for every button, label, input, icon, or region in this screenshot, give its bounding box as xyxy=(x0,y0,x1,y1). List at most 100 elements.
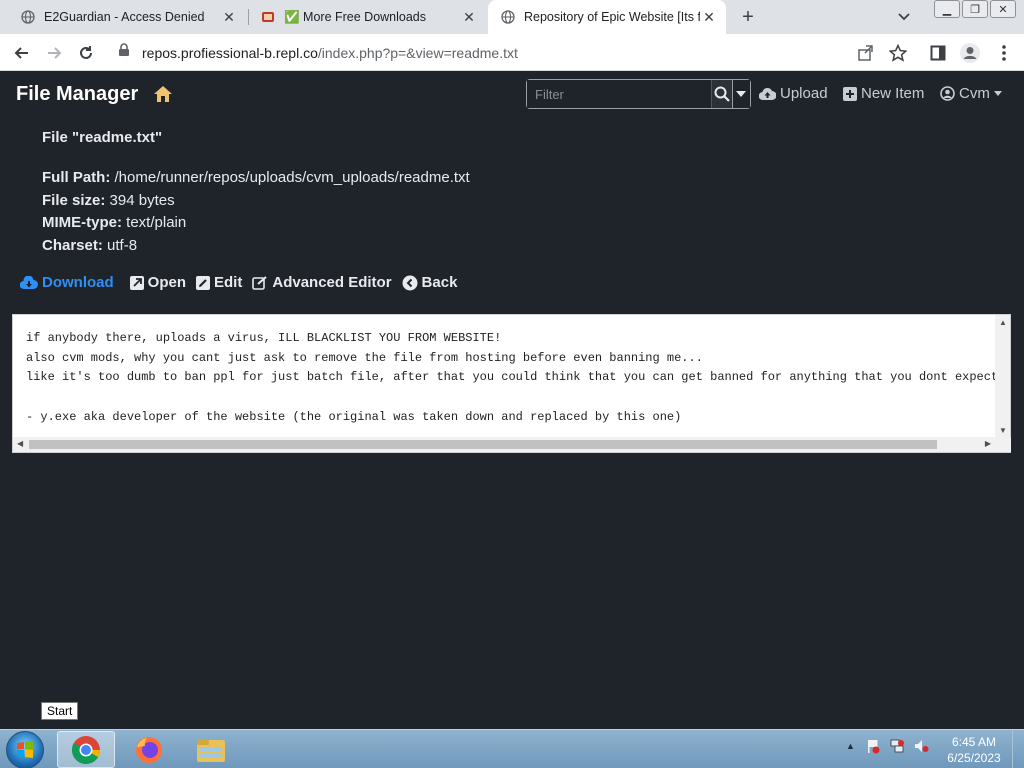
new-item-link[interactable]: New Item xyxy=(843,85,924,102)
folder-icon xyxy=(197,739,225,762)
site-favicon-icon xyxy=(260,9,276,25)
file-size-row: File size: 394 bytes xyxy=(42,190,470,213)
charset-value: utf-8 xyxy=(107,236,138,254)
bookmark-star-icon[interactable] xyxy=(886,41,910,65)
user-menu[interactable]: Cvm xyxy=(940,85,1006,102)
profile-avatar-icon[interactable] xyxy=(958,41,982,65)
filter-input[interactable] xyxy=(527,80,711,108)
charset-label: Charset: xyxy=(42,236,103,254)
advanced-editor-label: Advanced Editor xyxy=(272,274,392,291)
action-center-flag-icon[interactable] xyxy=(865,738,881,754)
tab-free-downloads[interactable]: ✅ More Free Downloads ✕ xyxy=(248,0,486,34)
open-button[interactable]: Open xyxy=(129,274,186,291)
external-link-icon xyxy=(129,275,144,290)
taskbar-chrome[interactable] xyxy=(57,731,115,768)
taskbar-firefox[interactable] xyxy=(120,731,178,768)
advanced-editor-button[interactable]: Advanced Editor xyxy=(252,274,392,291)
forward-arrow-icon[interactable] xyxy=(42,41,66,65)
chevron-left-circle-icon xyxy=(402,275,418,290)
share-icon[interactable] xyxy=(854,41,878,65)
restore-button[interactable]: ❐ xyxy=(962,0,988,18)
caret-down-icon[interactable] xyxy=(731,80,750,108)
brand-title[interactable]: File Manager xyxy=(16,83,138,106)
start-tooltip: Start xyxy=(41,702,79,720)
close-tab-icon[interactable]: ✕ xyxy=(700,8,718,26)
start-button[interactable] xyxy=(6,731,44,768)
edit-square-icon xyxy=(196,275,211,290)
file-size-label: File size: xyxy=(42,191,106,209)
upload-link[interactable]: Upload xyxy=(759,85,828,102)
close-tab-icon[interactable]: ✕ xyxy=(220,8,238,26)
upload-label: Upload xyxy=(780,85,828,102)
tab-e2guardian[interactable]: E2Guardian - Access Denied ✕ xyxy=(8,0,246,34)
side-panel-icon[interactable] xyxy=(926,41,950,65)
address-bar[interactable]: repos.profiessional-b.repl.co/index.php?… xyxy=(106,38,918,67)
scroll-down-arrow-icon[interactable]: ▼ xyxy=(999,426,1007,435)
minimize-button[interactable]: ▁ xyxy=(934,0,960,18)
download-label: Download xyxy=(42,274,114,291)
plus-square-icon xyxy=(843,86,857,101)
mime-value: text/plain xyxy=(126,214,187,231)
mime-label: MIME-type: xyxy=(42,214,122,231)
globe-icon xyxy=(500,9,516,25)
volume-muted-icon[interactable] xyxy=(913,738,929,754)
filter-group xyxy=(526,79,751,109)
edit-button[interactable]: Edit xyxy=(196,274,242,291)
tab-title: ✅ More Free Downloads xyxy=(284,9,427,24)
globe-icon xyxy=(20,9,36,25)
file-content-text[interactable]: if anybody there, uploads a virus, ILL B… xyxy=(26,329,996,434)
app-navbar: File Manager Upload New Item Cvm xyxy=(0,71,1024,119)
system-tray: ▲ xyxy=(846,738,929,754)
reload-icon[interactable] xyxy=(74,41,98,65)
chrome-icon xyxy=(72,735,100,764)
scroll-thumb[interactable] xyxy=(29,440,937,449)
scroll-left-arrow-icon[interactable]: ◀ xyxy=(17,439,23,448)
vertical-scrollbar[interactable]: ▲ ▼ xyxy=(995,315,1010,438)
network-icon[interactable] xyxy=(889,738,905,754)
window-controls: ▁ ❐ ✕ xyxy=(932,0,1016,18)
system-clock[interactable]: 6:45 AM 6/25/2023 xyxy=(940,734,1008,766)
tray-expand-icon[interactable]: ▲ xyxy=(846,741,855,751)
search-icon[interactable] xyxy=(711,80,732,108)
charset-row: Charset: utf-8 xyxy=(42,235,470,258)
file-actions: Download Open Edit Advanced Editor Back xyxy=(20,274,467,291)
firefox-icon xyxy=(136,736,162,763)
close-tab-icon[interactable]: ✕ xyxy=(460,8,478,26)
show-desktop-button[interactable] xyxy=(1012,730,1024,768)
new-tab-button[interactable]: + xyxy=(736,5,760,29)
url-text: repos.profiessional-b.repl.co/index.php?… xyxy=(142,45,518,61)
back-button[interactable]: Back xyxy=(402,274,458,291)
scroll-up-arrow-icon[interactable]: ▲ xyxy=(999,318,1007,327)
kebab-menu-icon[interactable] xyxy=(992,41,1016,65)
windows-logo-icon xyxy=(17,741,33,758)
lock-icon[interactable] xyxy=(118,43,132,62)
url-path: /index.php?p=&view=readme.txt xyxy=(317,44,518,61)
tab-repository[interactable]: Repository of Epic Website [Its fr ✕ xyxy=(488,0,726,34)
user-label: Cvm xyxy=(959,85,990,102)
full-path-row: Full Path: /home/runner/repos/uploads/cv… xyxy=(42,167,470,190)
file-content-viewer[interactable]: if anybody there, uploads a virus, ILL B… xyxy=(12,314,1011,453)
chevron-down-icon[interactable] xyxy=(893,6,915,28)
file-metadata: Full Path: /home/runner/repos/uploads/cv… xyxy=(42,167,470,257)
pencil-square-icon xyxy=(252,275,268,290)
file-size-value: 394 bytes xyxy=(109,191,175,209)
taskbar-explorer[interactable] xyxy=(182,731,240,768)
scroll-right-arrow-icon[interactable]: ▶ xyxy=(985,439,991,448)
horizontal-scrollbar[interactable]: ◀ ▶ xyxy=(13,437,1011,452)
file-title: File "readme.txt" xyxy=(42,129,163,146)
back-label: Back xyxy=(421,274,458,291)
close-window-button[interactable]: ✕ xyxy=(990,0,1016,18)
home-icon[interactable] xyxy=(153,85,173,105)
windows-taskbar: ▲ 6:45 AM 6/25/2023 xyxy=(0,729,1024,768)
back-arrow-icon[interactable] xyxy=(10,41,34,65)
tab-title: Repository of Epic Website [Its fr xyxy=(524,10,700,24)
caret-down-icon xyxy=(993,91,1002,96)
browser-toolbar: repos.profiessional-b.repl.co/index.php?… xyxy=(0,34,1024,71)
clock-time: 6:45 AM xyxy=(951,735,997,749)
tab-title: E2Guardian - Access Denied xyxy=(44,10,205,24)
file-view: File "readme.txt" Full Path: /home/runne… xyxy=(0,119,1024,729)
new-item-label: New Item xyxy=(861,85,925,102)
download-button[interactable]: Download xyxy=(20,274,114,291)
clock-date: 6/25/2023 xyxy=(947,751,1001,765)
user-circle-icon xyxy=(940,86,955,101)
